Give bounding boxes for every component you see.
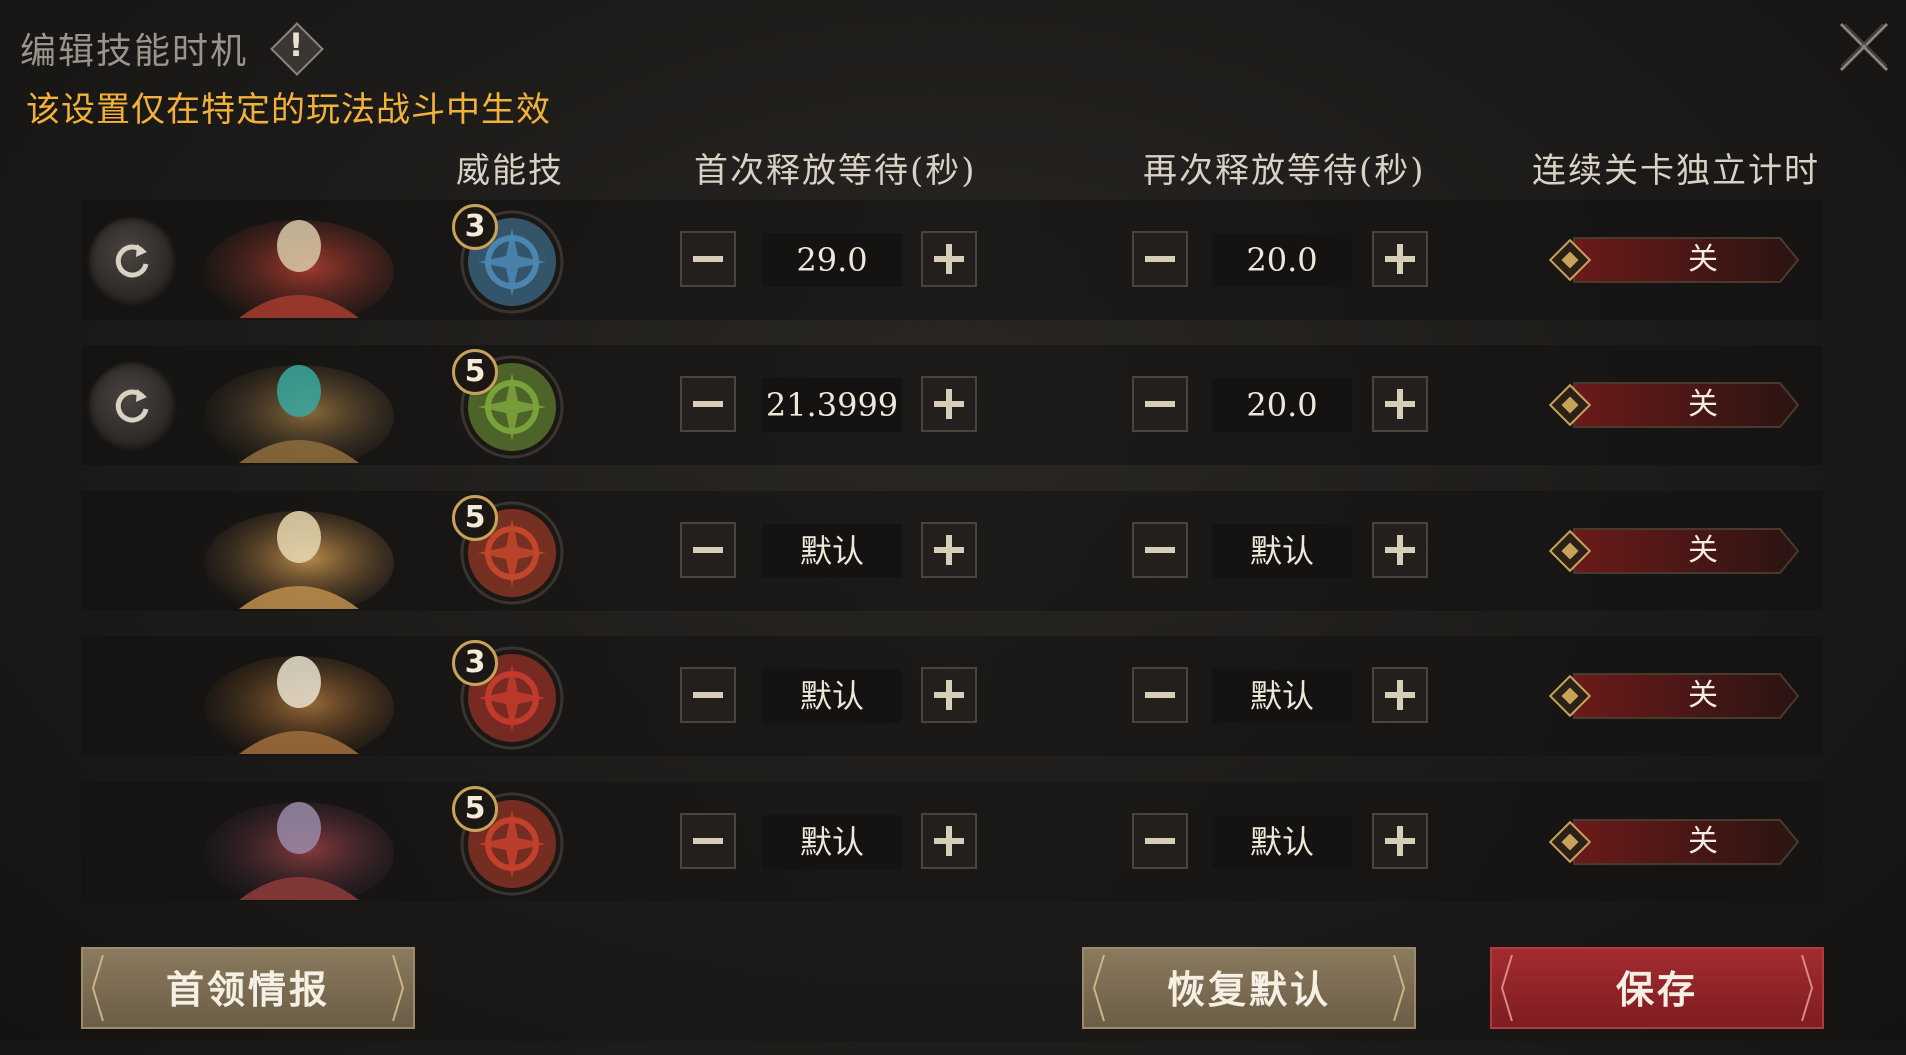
save-button[interactable]: 保存	[1490, 947, 1824, 1029]
first-wait-plus-button[interactable]	[921, 667, 977, 723]
stage-timer-toggle[interactable]: 关	[1548, 672, 1800, 720]
hero-row-2: 5 21.3999 20.0 关	[81, 345, 1823, 465]
stage-timer-toggle[interactable]: 关	[1548, 381, 1800, 429]
second-wait-value[interactable]: 默认	[1212, 669, 1352, 723]
skill-level-badge: 3	[452, 204, 498, 250]
reset-hero-button[interactable]	[87, 361, 177, 451]
stage-timer-toggle-label: 关	[1688, 387, 1718, 422]
first-wait-minus-button[interactable]	[680, 522, 736, 578]
second-wait-value[interactable]: 20.0	[1212, 233, 1352, 287]
hero-row-5: 5 默认 默认 关	[81, 782, 1823, 902]
second-wait-minus-button[interactable]	[1132, 667, 1188, 723]
second-wait-plus-button[interactable]	[1372, 231, 1428, 287]
stage-timer-toggle-label: 关	[1688, 242, 1718, 277]
second-wait-minus-button[interactable]	[1132, 522, 1188, 578]
save-label: 保存	[1615, 967, 1698, 1012]
minus-icon	[1134, 547, 1186, 580]
minus-icon	[682, 401, 734, 434]
plus-icon	[1374, 244, 1426, 289]
hero-portrait	[169, 638, 399, 754]
stage-timer-toggle-label: 关	[1688, 533, 1718, 568]
reset-hero-button[interactable]	[87, 216, 177, 306]
first-wait-value[interactable]: 默认	[762, 524, 902, 578]
stage-timer-toggle-label: 关	[1688, 824, 1718, 859]
minus-icon	[1134, 692, 1186, 725]
col-header-second-wait: 再次释放等待(秒)	[1143, 151, 1426, 191]
second-wait-plus-button[interactable]	[1372, 667, 1428, 723]
first-wait-plus-button[interactable]	[921, 813, 977, 869]
second-wait-value[interactable]: 默认	[1212, 815, 1352, 869]
plus-icon	[1374, 680, 1426, 725]
hero-row-1: 3 29.0 20.0 关	[81, 200, 1823, 320]
first-wait-plus-button[interactable]	[921, 231, 977, 287]
col-header-skill: 威能技	[456, 151, 564, 191]
first-wait-plus-button[interactable]	[921, 522, 977, 578]
first-wait-minus-button[interactable]	[680, 813, 736, 869]
hero-portrait	[169, 202, 399, 318]
title-bar: 编辑技能时机 !	[20, 18, 324, 78]
plus-icon	[923, 535, 975, 580]
restore-default-button[interactable]: 恢复默认	[1082, 947, 1416, 1029]
first-wait-value[interactable]: 29.0	[762, 233, 902, 287]
boss-intel-label: 首领情报	[165, 967, 330, 1012]
plus-icon	[1374, 535, 1426, 580]
minus-icon	[682, 838, 734, 871]
skill-level-badge: 5	[452, 495, 498, 541]
plus-icon	[923, 389, 975, 434]
second-wait-plus-button[interactable]	[1372, 522, 1428, 578]
boss-intel-button[interactable]: 首领情报	[81, 947, 415, 1029]
plus-icon	[923, 680, 975, 725]
first-wait-value[interactable]: 21.3999	[762, 378, 902, 432]
minus-icon	[682, 547, 734, 580]
info-glyph: !	[288, 26, 304, 64]
info-icon[interactable]: !	[270, 22, 324, 76]
col-header-stage-timer: 连续关卡独立计时	[1532, 151, 1820, 191]
skill-level-badge: 5	[452, 786, 498, 832]
hero-row-4: 3 默认 默认 关	[81, 636, 1823, 756]
stage-timer-toggle-label: 关	[1688, 678, 1718, 713]
close-x-icon[interactable]	[1835, 18, 1893, 76]
first-wait-minus-button[interactable]	[680, 667, 736, 723]
first-wait-value[interactable]: 默认	[762, 815, 902, 869]
stage-timer-toggle[interactable]: 关	[1548, 236, 1800, 284]
plus-icon	[1374, 826, 1426, 871]
minus-icon	[1134, 256, 1186, 289]
second-wait-plus-button[interactable]	[1372, 376, 1428, 432]
minus-icon	[1134, 401, 1186, 434]
page-title: 编辑技能时机	[20, 31, 249, 72]
hero-row-3: 5 默认 默认 关	[81, 491, 1823, 611]
col-header-first-wait: 首次释放等待(秒)	[694, 151, 977, 191]
plus-icon	[923, 826, 975, 871]
first-wait-plus-button[interactable]	[921, 376, 977, 432]
first-wait-minus-button[interactable]	[680, 231, 736, 287]
second-wait-minus-button[interactable]	[1132, 813, 1188, 869]
hero-portrait	[169, 493, 399, 609]
second-wait-value[interactable]: 默认	[1212, 524, 1352, 578]
second-wait-minus-button[interactable]	[1132, 376, 1188, 432]
hero-portrait	[169, 347, 399, 463]
hero-portrait	[169, 784, 399, 900]
plus-icon	[1374, 389, 1426, 434]
first-wait-value[interactable]: 默认	[762, 669, 902, 723]
restore-default-label: 恢复默认	[1166, 967, 1331, 1012]
plus-icon	[923, 244, 975, 289]
subtitle-notice: 该设置仅在特定的玩法战斗中生效	[26, 90, 551, 130]
second-wait-plus-button[interactable]	[1372, 813, 1428, 869]
first-wait-minus-button[interactable]	[680, 376, 736, 432]
stage-timer-toggle[interactable]: 关	[1548, 527, 1800, 575]
minus-icon	[1134, 838, 1186, 871]
stage-timer-toggle[interactable]: 关	[1548, 818, 1800, 866]
second-wait-minus-button[interactable]	[1132, 231, 1188, 287]
skill-level-badge: 3	[452, 640, 498, 686]
skill-level-badge: 5	[452, 349, 498, 395]
minus-icon	[682, 692, 734, 725]
second-wait-value[interactable]: 20.0	[1212, 378, 1352, 432]
minus-icon	[682, 256, 734, 289]
